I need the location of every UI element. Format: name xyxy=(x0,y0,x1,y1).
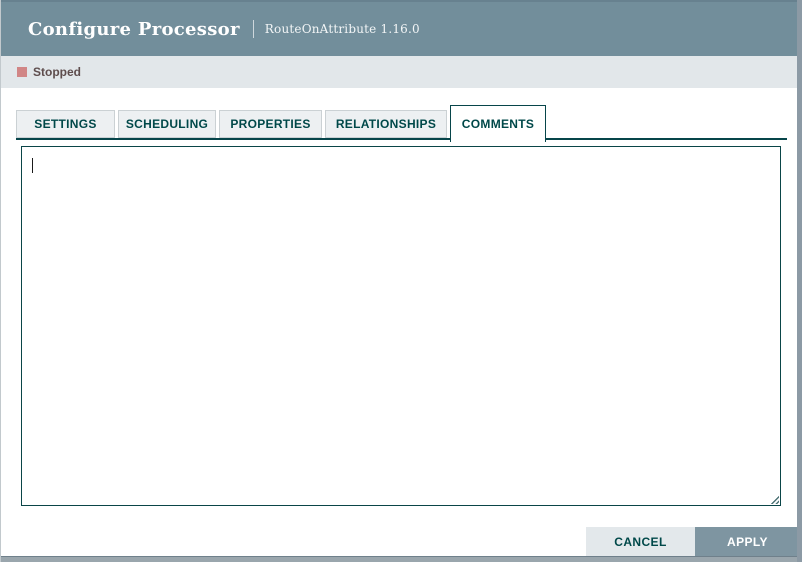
tab-relationships[interactable]: RELATIONSHIPS xyxy=(325,110,447,138)
tab-comments-label: COMMENTS xyxy=(461,117,535,131)
dialog-left-edge xyxy=(0,0,1,562)
tab-properties-label: PROPERTIES xyxy=(230,117,311,131)
canvas-bottom-strip xyxy=(0,556,802,562)
tab-settings-label: SETTINGS xyxy=(34,117,97,131)
title-separator xyxy=(252,20,254,38)
cancel-button[interactable]: CANCEL xyxy=(586,527,695,557)
dialog-tabbar: SETTINGS SCHEDULING PROPERTIES RELATIONS… xyxy=(16,103,787,142)
apply-button[interactable]: APPLY xyxy=(695,527,800,557)
tab-comments[interactable]: COMMENTS xyxy=(450,105,546,142)
dialog-title: Configure Processor xyxy=(28,18,240,40)
tab-scheduling-label: SCHEDULING xyxy=(125,117,209,131)
stopped-status-icon xyxy=(17,67,27,77)
dialog-top-edge xyxy=(0,0,802,2)
dialog-header: Configure Processor RouteOnAttribute 1.1… xyxy=(1,2,797,56)
configure-processor-dialog: Configure Processor RouteOnAttribute 1.1… xyxy=(0,0,802,562)
tab-settings[interactable]: SETTINGS xyxy=(16,110,115,138)
tab-relationships-label: RELATIONSHIPS xyxy=(335,117,437,131)
comments-textarea[interactable] xyxy=(21,146,781,506)
status-label: Stopped xyxy=(33,65,81,79)
tab-scheduling[interactable]: SCHEDULING xyxy=(118,110,216,138)
processor-status-bar: Stopped xyxy=(1,56,797,88)
comments-panel xyxy=(21,146,781,506)
tab-properties[interactable]: PROPERTIES xyxy=(219,110,322,138)
canvas-right-strip xyxy=(797,0,802,562)
processor-type-version: RouteOnAttribute 1.16.0 xyxy=(264,22,420,36)
